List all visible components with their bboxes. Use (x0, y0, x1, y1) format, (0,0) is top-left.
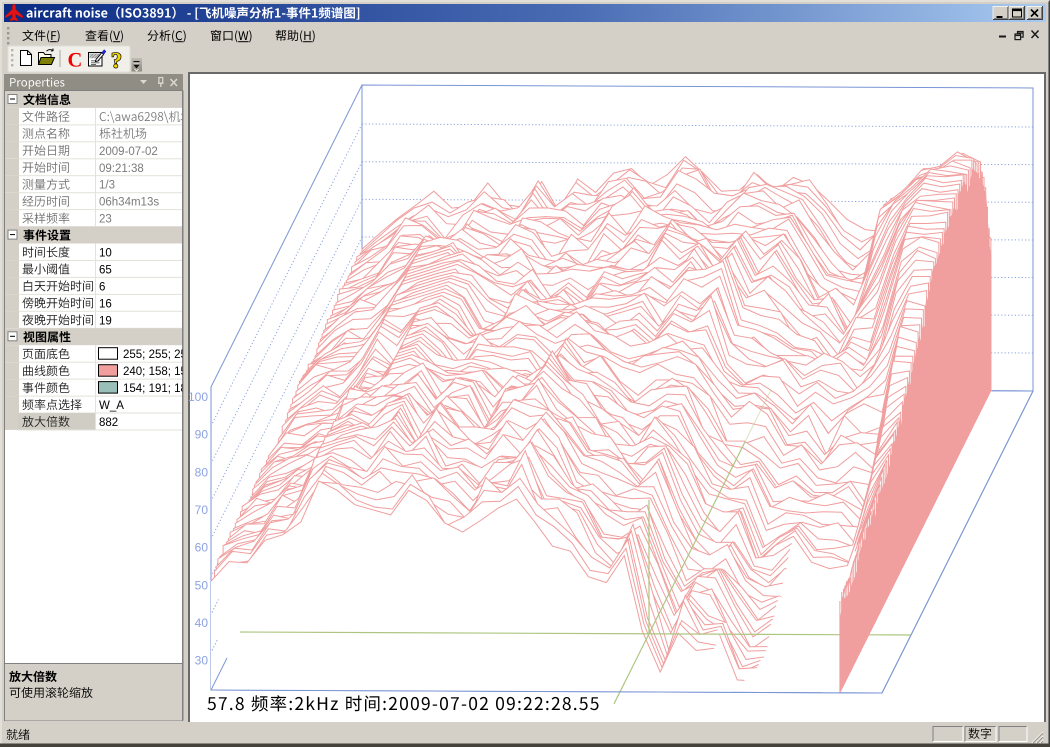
svg-text:2009-07-02: 2009-07-02 (99, 146, 158, 158)
svg-text:40: 40 (195, 616, 209, 630)
svg-text:100: 100 (188, 390, 208, 404)
svg-text:06h34m13s: 06h34m13s (99, 197, 159, 209)
svg-text:50: 50 (195, 578, 209, 592)
svg-text:80: 80 (195, 465, 209, 479)
svg-text:1/3: 1/3 (99, 180, 115, 192)
svg-text:23: 23 (99, 214, 112, 226)
svg-text:30: 30 (195, 654, 209, 668)
svg-text:16: 16 (99, 298, 112, 310)
svg-text:65: 65 (99, 265, 112, 277)
svg-text:6: 6 (99, 281, 105, 293)
svg-text:W_A: W_A (99, 400, 124, 412)
svg-text:09:21:38: 09:21:38 (99, 163, 144, 175)
svg-text:70: 70 (195, 503, 209, 517)
svg-text:90: 90 (195, 428, 209, 442)
svg-text:19: 19 (99, 315, 112, 327)
svg-text:60: 60 (195, 541, 209, 555)
svg-text:10: 10 (99, 248, 112, 260)
svg-text:882: 882 (99, 417, 118, 429)
